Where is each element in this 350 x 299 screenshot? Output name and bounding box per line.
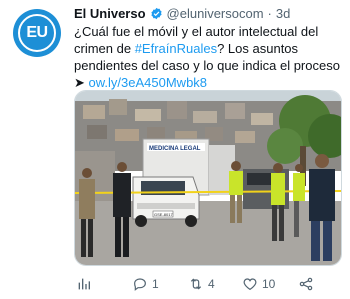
analytics-button[interactable] (76, 276, 92, 292)
retweet-icon (190, 278, 202, 290)
hashtag-link[interactable]: #EfraínRuales (135, 41, 217, 56)
reply-count: 1 (152, 277, 159, 291)
tweet-text: ¿Cuál fue el móvil y el autor intelectua… (74, 23, 344, 91)
avatar-logo-text: EU (26, 24, 48, 41)
like-count: 10 (262, 277, 276, 291)
analytics-icon (78, 278, 90, 290)
tweet-timestamp[interactable]: 3d (276, 6, 290, 21)
author-handle[interactable]: @eluniversocom (167, 6, 264, 21)
tweet-actions: 1 4 10 (74, 276, 344, 296)
url-link[interactable]: ow.ly/3eA450Mwbk8 (89, 75, 208, 90)
avatar-ring: EU (18, 14, 56, 52)
like-button[interactable]: 10 (242, 276, 275, 292)
avatar[interactable]: EU (13, 9, 61, 57)
tweet-photo[interactable]: MEDICINA LEGAL GSE-8017 (74, 90, 342, 266)
license-plate: GSE-8017 (154, 212, 173, 217)
share-icon (299, 277, 313, 291)
verified-badge-icon (150, 7, 162, 20)
like-icon (243, 278, 257, 291)
retweet-count: 4 (208, 277, 215, 291)
header-separator: · (267, 6, 272, 21)
photo-scene: MEDICINA LEGAL GSE-8017 (75, 91, 341, 265)
truck-label: MEDICINA LEGAL (149, 146, 201, 152)
reply-icon (134, 278, 146, 291)
share-button[interactable] (298, 276, 314, 292)
tweet-header: El Universo @eluniversocom · 3d (74, 6, 290, 21)
retweet-button[interactable]: 4 (188, 276, 215, 292)
reply-button[interactable]: 1 (132, 276, 159, 292)
author-name[interactable]: El Universo (74, 6, 146, 21)
